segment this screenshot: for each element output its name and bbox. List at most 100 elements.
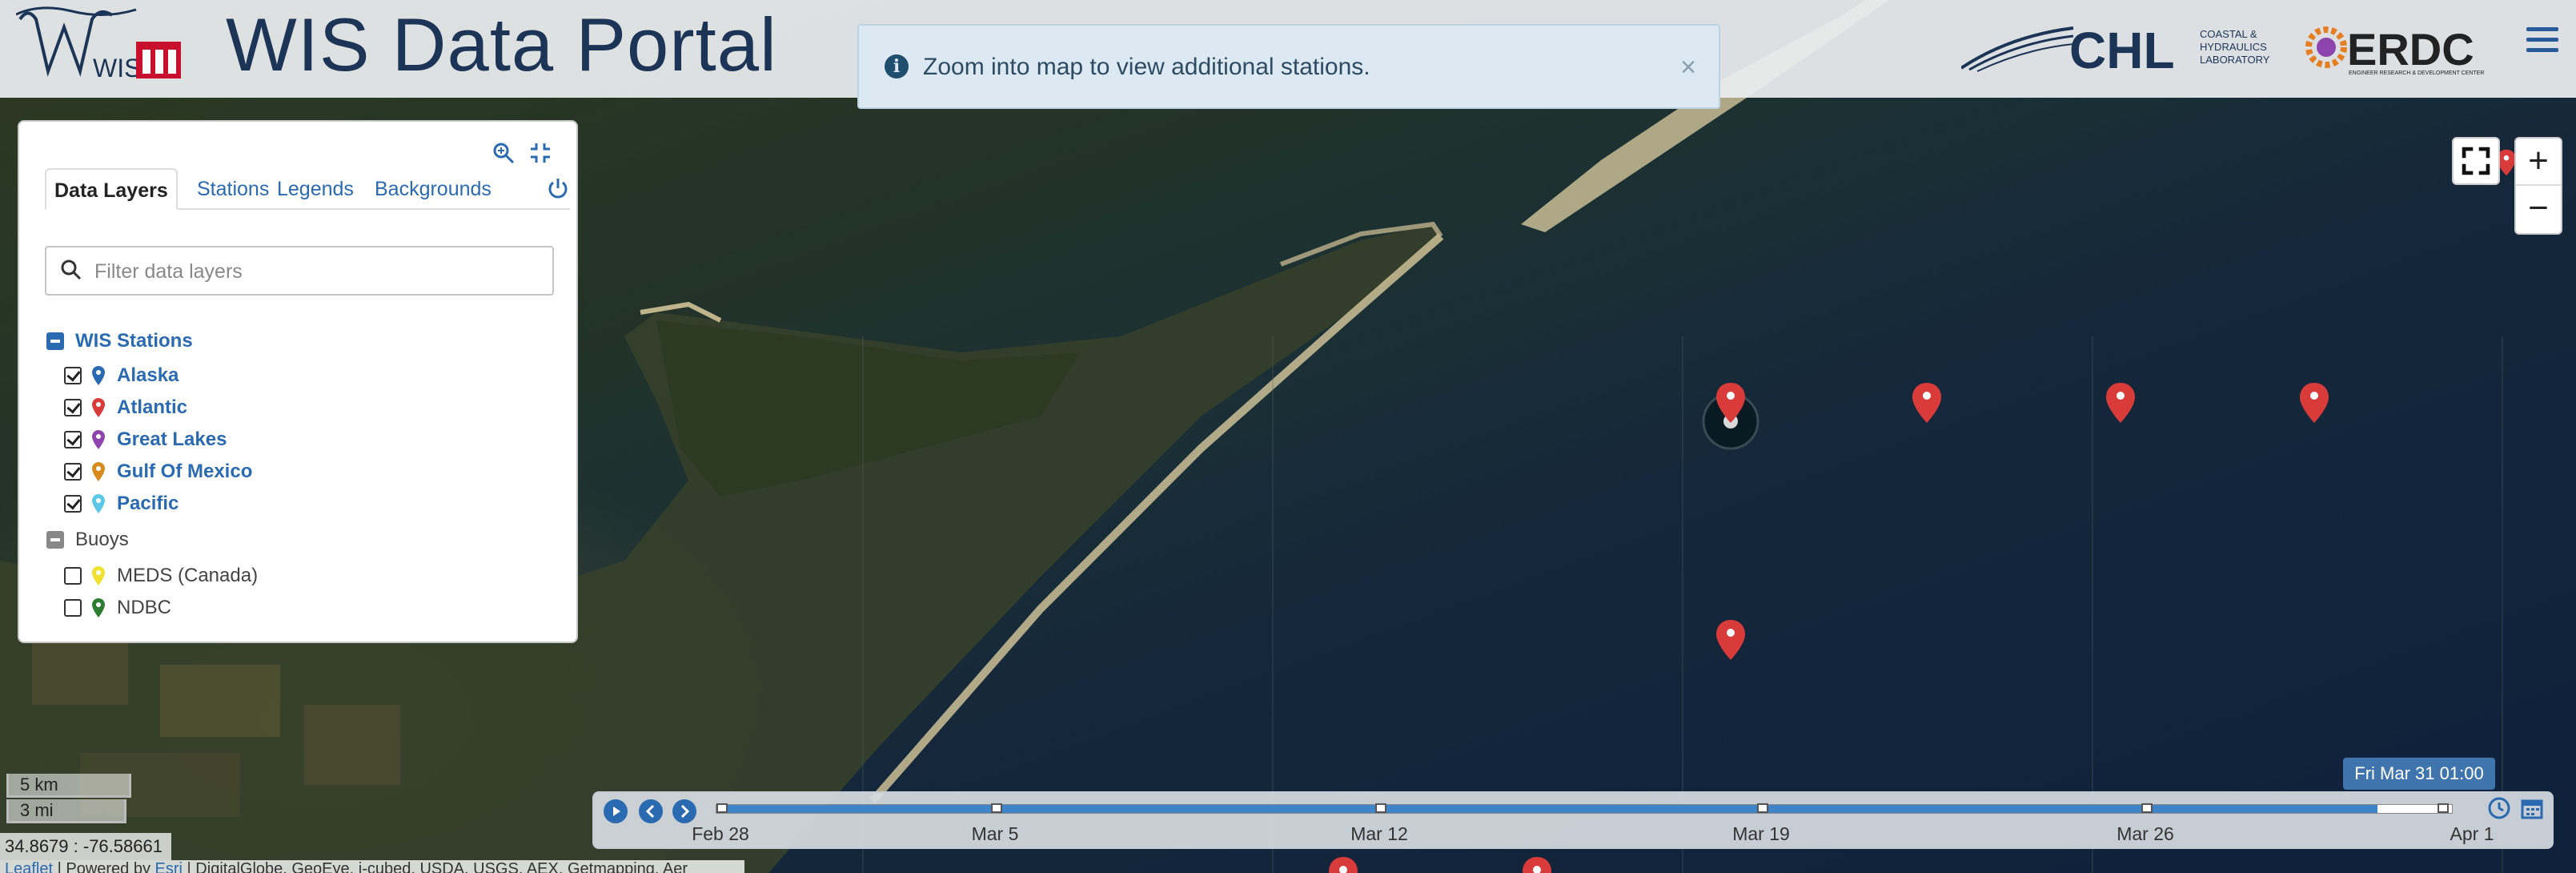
play-icon [613, 807, 620, 816]
close-icon[interactable]: × [1680, 50, 1696, 85]
timeline-current-time: Fri Mar 31 01:00 [2343, 758, 2495, 790]
layer-ndbc[interactable]: NDBC [64, 594, 171, 622]
timeline-label: Apr 1 [2450, 823, 2494, 844]
esri-link[interactable]: Esri [155, 860, 183, 873]
layers-panel: Data Layers Stations Legends Backgrounds… [18, 120, 578, 643]
layer-atlantic[interactable]: Atlantic [64, 394, 187, 421]
attribution-sources: | DigitalGlobe, GeoEye, i-cubed, USDA, U… [183, 860, 688, 873]
timeline-handle[interactable] [2438, 803, 2449, 813]
map-pin-icon [92, 462, 105, 481]
chl-logo[interactable]: CHL COASTAL & HYDRAULICS LABORATORY [1961, 20, 2281, 76]
layer-label: NDBC [117, 597, 172, 618]
collapse-toggle-icon[interactable] [46, 332, 64, 350]
zoom-out-button[interactable]: − [2516, 186, 2561, 233]
play-button[interactable] [604, 799, 628, 823]
group-label: Buoys [75, 529, 129, 550]
attribution-text: | Powered by [53, 860, 155, 873]
timeline-progress [716, 805, 2377, 813]
layer-checkbox[interactable] [64, 399, 82, 416]
svg-text:WIS: WIS [93, 54, 141, 82]
power-icon[interactable] [546, 176, 570, 200]
layer-label: Great Lakes [117, 428, 227, 450]
layer-checkbox[interactable] [64, 431, 82, 449]
cursor-coordinates: 34.8679 : -76.58661 [0, 833, 171, 860]
info-icon: i [885, 54, 909, 78]
timeline-tick [1757, 803, 1768, 813]
station-marker[interactable] [1715, 618, 1747, 662]
station-marker[interactable] [1715, 381, 1747, 424]
timeline-label: Mar 26 [2117, 823, 2174, 844]
tab-stations[interactable]: Stations [197, 168, 269, 210]
group-label: WIS Stations [75, 330, 193, 352]
svg-text:ERDC: ERDC [2347, 24, 2474, 74]
layer-checkbox[interactable] [64, 495, 82, 513]
map-pin-icon [92, 494, 105, 513]
layer-great-lakes[interactable]: Great Lakes [64, 426, 227, 453]
timeline-label: Mar 12 [1350, 823, 1408, 844]
hamburger-menu-icon[interactable] [2526, 27, 2558, 56]
map-pin-icon [92, 398, 105, 417]
erdc-logo[interactable]: ERDC ENGINEER RESEARCH & DEVELOPMENT CEN… [2305, 20, 2506, 76]
layer-search [45, 246, 554, 296]
timeline-label: Mar 5 [971, 823, 1019, 844]
search-icon [61, 259, 82, 280]
zoom-control: + − [2514, 137, 2562, 235]
station-marker[interactable] [1521, 855, 1553, 873]
layer-checkbox[interactable] [64, 599, 82, 617]
fullscreen-icon[interactable] [2452, 137, 2500, 185]
timeline-label: Mar 19 [1732, 823, 1790, 844]
panel-tabs: Data Layers Stations Legends Backgrounds [45, 168, 570, 210]
svg-text:CHL: CHL [2069, 22, 2175, 76]
timeline-label: Feb 28 [692, 823, 749, 844]
layer-gulf-of-mexico[interactable]: Gulf Of Mexico [64, 458, 252, 485]
scale-bar-mi: 3 mi [6, 799, 126, 823]
station-marker[interactable] [2105, 381, 2137, 424]
chevron-left-icon [645, 804, 655, 819]
wis-logo[interactable]: WIS [16, 3, 188, 83]
layer-label: Pacific [117, 493, 179, 514]
station-marker[interactable] [1911, 381, 1943, 424]
svg-text:LABORATORY: LABORATORY [2200, 54, 2270, 66]
leaflet-link[interactable]: Leaflet [5, 860, 53, 873]
search-input[interactable] [94, 254, 543, 289]
station-marker[interactable] [2298, 381, 2330, 424]
timeline-tick [1375, 803, 1386, 813]
layer-label: Gulf Of Mexico [117, 461, 253, 482]
tab-backgrounds[interactable]: Backgrounds [375, 168, 492, 210]
collapse-panel-icon[interactable] [528, 141, 552, 165]
svg-text:COASTAL &: COASTAL & [2200, 28, 2257, 40]
layer-meds-canada[interactable]: MEDS (Canada) [64, 562, 258, 589]
scale-bar-km: 5 km [6, 774, 131, 798]
clock-icon[interactable] [2487, 796, 2511, 820]
layer-label: MEDS (Canada) [117, 565, 259, 586]
group-wis-stations[interactable]: WIS Stations [46, 330, 193, 352]
map-pin-icon [92, 566, 105, 585]
notification-message: Zoom into map to view additional station… [923, 54, 1370, 80]
tab-legends[interactable]: Legends [277, 168, 354, 210]
map-attribution: Leaflet | Powered by Esri | DigitalGlobe… [0, 860, 744, 873]
group-buoys[interactable]: Buoys [46, 529, 129, 551]
svg-text:HYDRAULICS: HYDRAULICS [2200, 41, 2267, 53]
step-back-button[interactable] [639, 799, 663, 823]
chevron-right-icon [680, 804, 690, 819]
notification-banner: i Zoom into map to view additional stati… [857, 24, 1720, 109]
layer-pacific[interactable]: Pacific [64, 490, 179, 517]
station-marker[interactable] [1327, 855, 1359, 873]
timeline-tick [716, 803, 728, 813]
collapse-toggle-icon[interactable] [46, 531, 64, 549]
layer-label: Atlantic [117, 396, 188, 418]
layer-checkbox[interactable] [64, 463, 82, 481]
zoom-to-extent-icon[interactable] [492, 141, 516, 165]
calendar-icon[interactable] [2520, 796, 2544, 820]
tab-data-layers[interactable]: Data Layers [45, 168, 178, 210]
map-pin-icon [92, 430, 105, 449]
step-forward-button[interactable] [672, 799, 696, 823]
svg-text:ENGINEER RESEARCH & DEVELOPMEN: ENGINEER RESEARCH & DEVELOPMENT CENTER [2349, 70, 2484, 76]
timeline-tick [2141, 803, 2153, 813]
layer-label: Alaska [117, 364, 179, 386]
zoom-in-button[interactable]: + [2516, 139, 2561, 186]
layer-alaska[interactable]: Alaska [64, 362, 179, 389]
timeline-slider[interactable] [716, 803, 2453, 814]
layer-checkbox[interactable] [64, 567, 82, 585]
layer-checkbox[interactable] [64, 367, 82, 384]
